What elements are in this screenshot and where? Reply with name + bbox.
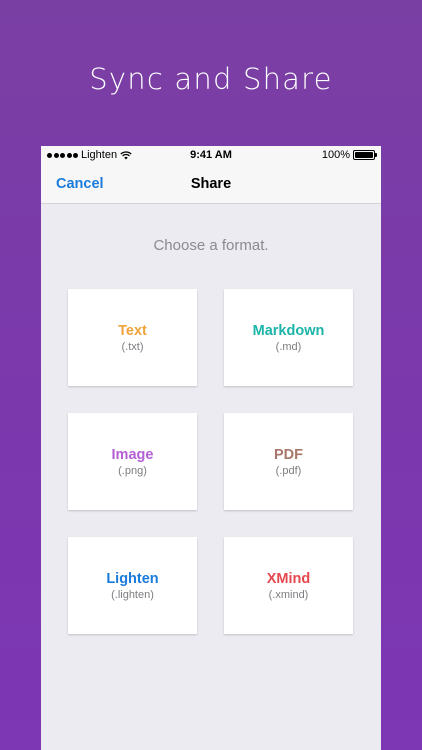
format-prompt: Choose a format. [153,237,269,254]
format-extension: (.png) [118,464,147,477]
format-card-text[interactable]: Text (.txt) [68,289,197,386]
phone-screen: Lighten 9:41 AM 100% Cancel Share Choose… [41,146,381,750]
format-name: XMind [266,570,311,587]
format-extension: (.xmind) [268,588,309,601]
promo-title: Sync and Share [89,62,333,96]
format-card-xmind[interactable]: XMind (.xmind) [224,537,353,634]
battery-percentage: 100% [321,149,350,161]
format-name: Lighten [106,570,159,587]
format-name: Image [111,446,154,463]
format-name: PDF [274,446,303,463]
status-bar: Lighten 9:41 AM 100% [41,146,381,166]
format-card-markdown[interactable]: Markdown (.md) [224,289,353,386]
format-extension: (.txt) [121,340,144,353]
format-extension: (.md) [275,340,302,353]
battery-icon [353,150,377,160]
format-card-lighten[interactable]: Lighten (.lighten) [68,537,197,634]
nav-title: Share [190,176,232,192]
format-name: Markdown [252,322,325,339]
format-extension: (.pdf) [275,464,302,477]
format-name: Text [118,322,147,339]
format-extension: (.lighten) [111,588,154,601]
status-right: 100% [321,149,377,161]
format-card-image[interactable]: Image (.png) [68,413,197,510]
navigation-bar: Cancel Share [41,166,381,204]
format-card-pdf[interactable]: PDF (.pdf) [224,413,353,510]
